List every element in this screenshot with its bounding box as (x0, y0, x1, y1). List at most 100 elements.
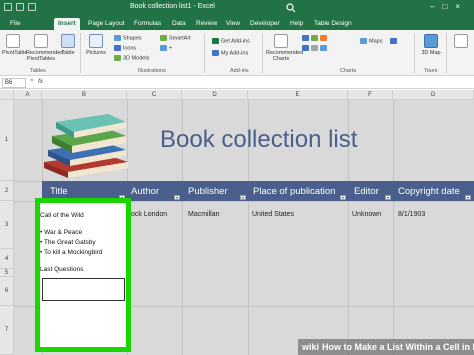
save-icon[interactable] (16, 3, 24, 11)
group-separator (414, 33, 415, 73)
column-header-d[interactable]: D (182, 90, 248, 100)
filter-dropdown-icon[interactable] (174, 195, 180, 200)
cell-author[interactable]: ock London (131, 211, 167, 218)
filter-dropdown-icon[interactable] (465, 195, 471, 200)
pivotchart-button[interactable] (390, 38, 399, 44)
watermark-wiki: wiki (302, 342, 320, 352)
list-item: • The Great Gatsby (40, 239, 96, 246)
select-all-corner[interactable] (0, 90, 14, 100)
list-item: • To kill a Mockingbird (40, 249, 103, 256)
tab-developer[interactable]: Developer (246, 18, 284, 30)
cell-place[interactable]: United States (252, 211, 294, 218)
group-separator (262, 33, 263, 73)
3d-models-button[interactable]: 3D Models (114, 55, 149, 61)
screenshot-icon (160, 45, 167, 51)
filter-dropdown-icon[interactable] (240, 195, 246, 200)
tab-table-design[interactable]: Table Design (310, 18, 356, 30)
tab-review[interactable]: Review (192, 18, 221, 30)
row-header-3[interactable]: 3 (0, 201, 14, 249)
bar-chart-button[interactable] (302, 45, 329, 51)
get-addins-button[interactable]: Get Add-ins (212, 38, 250, 44)
row-header-2[interactable]: 2 (0, 181, 14, 201)
icons-button[interactable]: Icons (114, 45, 136, 51)
filter-dropdown-icon[interactable] (340, 195, 346, 200)
group-addins: Add-ins (230, 68, 249, 74)
column-header-b[interactable]: B (42, 90, 127, 100)
recommended-pivottables-button[interactable]: Recommended PivotTables (26, 34, 63, 62)
tab-view[interactable]: View (222, 18, 244, 30)
row-header-4[interactable]: 4 (0, 249, 14, 269)
icons-icon (114, 45, 121, 51)
line-chart-icon (311, 35, 318, 41)
column-header-a[interactable]: A (14, 90, 42, 100)
fx-icon[interactable]: fx (38, 78, 43, 85)
map-icon (360, 38, 367, 44)
group-charts: Charts (340, 68, 357, 74)
cell-editor[interactable]: Unknown (352, 211, 381, 218)
watermark-text: How to Make a List Within a Cell in Exce… (322, 342, 474, 352)
undo-icon[interactable] (28, 3, 36, 11)
cell-copyright-date[interactable]: 8/1/1903 (398, 211, 425, 218)
3d-map-button[interactable]: 3D Map (420, 34, 442, 56)
tab-formulas[interactable]: Formulas (130, 18, 165, 30)
search-icon[interactable] (282, 2, 300, 14)
recommended-charts-button[interactable]: Recommended Charts (266, 34, 303, 62)
tab-file[interactable]: File (6, 18, 24, 30)
recommended-pivottables-icon (34, 34, 48, 48)
pivottable-icon (6, 34, 20, 48)
active-cell-b6[interactable] (42, 278, 125, 301)
row-header-6[interactable]: 6 (0, 277, 14, 306)
row-header-5[interactable]: 5 (0, 269, 14, 277)
column-header-g[interactable]: G (393, 90, 474, 100)
group-separator (446, 33, 447, 73)
column-chart-button[interactable] (302, 35, 329, 41)
book-stack-image (44, 114, 128, 178)
shapes-button[interactable]: Shapes (114, 35, 142, 41)
tab-data[interactable]: Data (168, 18, 190, 30)
row-header-1[interactable]: 1 (0, 100, 14, 181)
tab-insert[interactable]: Insert (54, 18, 80, 30)
shapes-icon (114, 35, 121, 41)
window-controls[interactable]: –□× (430, 2, 468, 11)
bar-chart-icon (302, 45, 309, 51)
tab-page-layout[interactable]: Page Layout (84, 18, 129, 30)
name-box[interactable]: B6 (2, 78, 26, 88)
ribbon: PivotTable Recommended PivotTables Table… (0, 30, 474, 76)
column-chart-icon (302, 35, 309, 41)
cancel-icon[interactable]: × (30, 78, 34, 84)
my-addins-button[interactable]: My Add-ins (212, 50, 248, 56)
smartart-icon (160, 35, 167, 41)
header-title: Title (50, 186, 68, 197)
column-header-f[interactable]: F (348, 90, 393, 100)
header-author: Author (131, 186, 159, 197)
pivottable-button[interactable]: PivotTable (2, 34, 27, 56)
list-cell-highlight[interactable]: Call of the Wild • War & Peace • The Gre… (35, 198, 131, 352)
tab-help[interactable]: Help (286, 18, 307, 30)
header-copyright-date: Copyright date (398, 186, 460, 197)
globe-icon (424, 34, 438, 48)
filter-dropdown-icon[interactable] (385, 195, 391, 200)
chart-icon (274, 34, 288, 48)
header-publisher: Publisher (188, 186, 228, 197)
smartart-button[interactable]: SmartArt (160, 35, 191, 41)
pictures-icon (89, 34, 103, 48)
group-tours: Tours (424, 68, 438, 74)
column-header-c[interactable]: C (127, 90, 182, 100)
list-first-line: Call of the Wild (40, 212, 84, 219)
group-tables: Tables (30, 68, 46, 74)
formula-bar: B6 × fx (0, 77, 474, 89)
sparklines-button[interactable] (450, 34, 472, 50)
maps-button[interactable]: Maps (360, 38, 382, 44)
row-header-7[interactable]: 7 (0, 306, 14, 355)
gridline (393, 100, 394, 355)
sparkline-icon (454, 34, 468, 48)
window-title: Book collection list1 - Excel (130, 3, 215, 10)
header-editor: Editor (354, 186, 379, 197)
screenshot-button[interactable]: + (160, 45, 172, 51)
table-button[interactable]: Table (58, 34, 78, 56)
cell-publisher[interactable]: Macmillan (188, 211, 220, 218)
autosave-icon[interactable] (4, 3, 12, 11)
table-icon (61, 34, 75, 48)
column-header-e[interactable]: E (248, 90, 348, 100)
pictures-button[interactable]: Pictures (84, 34, 108, 56)
